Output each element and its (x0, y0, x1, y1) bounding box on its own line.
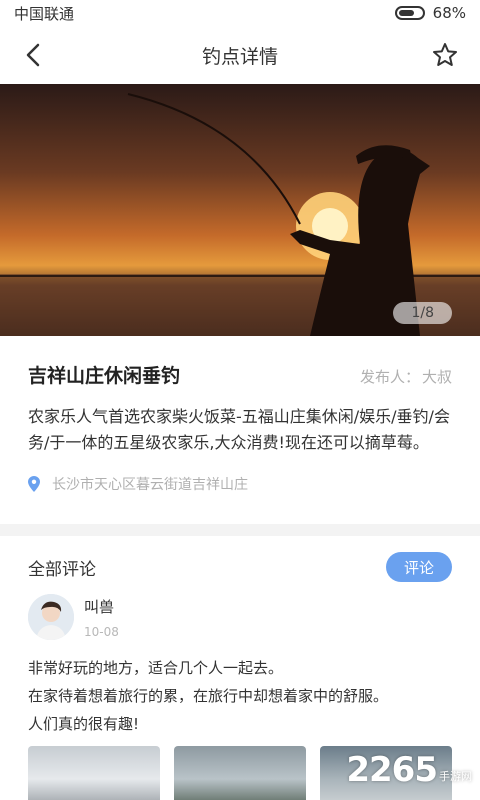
comment-username: 叫兽 (84, 597, 115, 616)
page-title: 钓点详情 (201, 45, 278, 68)
battery-fill (398, 10, 414, 16)
fishing-sunset-image (0, 93, 480, 336)
location-text: 长沙市天心区暮云街道吉祥山庄 (52, 477, 248, 493)
comment-line: 人们真的很有趣! (28, 715, 140, 733)
comments-title: 全部评论 (28, 559, 96, 580)
publisher: 发布人： 大叔 (358, 366, 452, 387)
image-page-indicator: 1/8 (393, 302, 452, 324)
comment-author-row: 叫兽 10-08 (28, 594, 452, 640)
back-arrow-icon (26, 43, 40, 67)
comment-line: 非常好玩的地方，适合几个人一起去。 (28, 659, 284, 677)
status-bar: 中国联通 68% (0, 0, 480, 26)
spot-description: 农家乐人气首选农家柴火饭菜-五福山庄集休闲/娱乐/垂钓/会务/于一体的五星级农家… (28, 407, 450, 452)
back-button[interactable] (18, 40, 48, 70)
publisher-label: 发布人： (359, 368, 420, 386)
watermark-text: 手游网 (439, 770, 472, 783)
comment-body: 非常好玩的地方，适合几个人一起去。 在家待着想着旅行的累，在旅行中却想着家中的舒… (28, 654, 452, 738)
location-pin-icon (28, 476, 40, 492)
status-right: 68% (394, 4, 466, 22)
spot-name: 吉祥山庄休闲垂钓 (28, 365, 181, 387)
comment-line: 在家待着想着旅行的累，在旅行中却想着家中的舒服。 (28, 687, 389, 705)
comment-image-thumb[interactable] (174, 746, 306, 800)
comment-button[interactable]: 评论 (386, 552, 452, 582)
title-row: 吉祥山庄休闲垂钓 发布人： 大叔 (28, 361, 452, 388)
avatar-image (28, 594, 74, 640)
publisher-name: 大叔 (421, 368, 452, 386)
spot-info: 吉祥山庄休闲垂钓 发布人： 大叔 农家乐人气首选农家柴火饭菜-五福山庄集休闲/娱乐… (0, 336, 480, 524)
battery-icon (394, 6, 425, 20)
site-watermark: 2265 手游网 (346, 750, 472, 790)
comment-image-thumb[interactable] (28, 746, 160, 800)
favorite-button[interactable] (430, 40, 460, 70)
section-divider (0, 524, 480, 536)
location-row[interactable]: 长沙市天心区暮云街道吉祥山庄 (28, 474, 452, 494)
nav-bar: 钓点详情 (0, 26, 480, 84)
battery-percent: 68% (432, 4, 466, 22)
hero-image-carousel[interactable]: 1/8 (0, 84, 480, 336)
comments-header: 全部评论 评论 (28, 552, 452, 582)
avatar[interactable] (28, 594, 74, 640)
watermark-number: 2265 (346, 750, 438, 790)
carrier-name: 中国联通 (14, 4, 75, 23)
comment-author-meta: 叫兽 10-08 (84, 596, 119, 639)
comment-date: 10-08 (84, 624, 119, 639)
star-icon (433, 43, 457, 66)
